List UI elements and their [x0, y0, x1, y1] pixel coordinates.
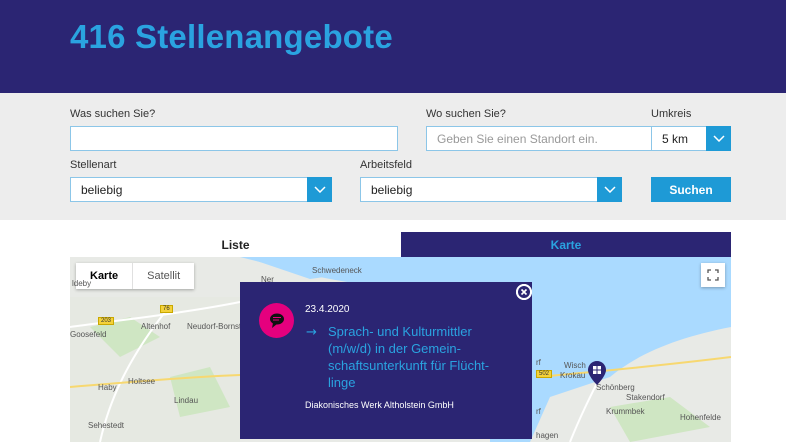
search-button[interactable]: Suchen — [651, 177, 731, 202]
type-label: Stellenart — [70, 159, 117, 171]
job-title-line: linge — [328, 375, 356, 390]
map-label: Lindau — [174, 396, 199, 405]
chat-bubble-icon — [259, 303, 294, 338]
map-label: ldeby — [72, 279, 92, 288]
job-title-line: Sprach- und Kulturmittler — [328, 324, 472, 339]
map-type-control: Karte Satellit — [76, 263, 195, 289]
view-tabs: Liste Karte — [70, 232, 731, 257]
what-label: Was suchen Sie? — [70, 108, 156, 120]
map-label: rf — [536, 407, 541, 416]
what-input[interactable] — [70, 126, 398, 151]
road-label: 76 — [160, 305, 173, 313]
fullscreen-icon[interactable] — [701, 263, 725, 287]
page-title: 416 Stellenangebote — [70, 18, 393, 55]
map-label: Schwedeneck — [312, 266, 362, 275]
close-icon[interactable] — [516, 284, 532, 300]
chevron-down-icon[interactable] — [597, 177, 622, 202]
field-label: Arbeitsfeld — [360, 159, 412, 171]
map-label: rf — [536, 358, 541, 367]
map-label: Holtsee — [128, 377, 156, 386]
job-company: Diakonisches Werk Altholstein GmbH — [305, 400, 454, 410]
map-label: Sehestedt — [88, 421, 125, 430]
map-type-satellit[interactable]: Satellit — [132, 263, 194, 289]
chevron-down-icon[interactable] — [706, 126, 731, 151]
road-label: 203 — [98, 317, 115, 325]
radius-label: Umkreis — [651, 108, 692, 120]
road-label: 502 — [536, 370, 553, 378]
page-header: 416 Stellenangebote — [0, 0, 786, 93]
map-label: Haby — [98, 383, 117, 392]
job-date: 23.4.2020 — [305, 304, 350, 315]
job-title-link[interactable]: Sprach- und Kulturmittler (m/w/d) in der… — [328, 323, 528, 391]
tab-list[interactable]: Liste — [70, 232, 401, 257]
type-select[interactable]: beliebig — [70, 177, 332, 202]
tab-map[interactable]: Karte — [401, 232, 731, 257]
field-select[interactable]: beliebig — [360, 177, 622, 202]
search-filters: Was suchen Sie? Wo suchen Sie? Geben Sie… — [0, 93, 786, 220]
field-value: beliebig — [371, 183, 413, 197]
job-title-line: schaftsunterkunft für Flücht- — [328, 358, 490, 373]
where-label: Wo suchen Sie? — [426, 108, 506, 120]
job-popup: 23.4.2020 → Sprach- und Kulturmittler (m… — [240, 282, 532, 439]
radius-value: 5 km — [662, 132, 689, 146]
map-label: Wisch — [564, 361, 586, 370]
map-label: Stakendorf — [626, 393, 665, 402]
job-title-line: (m/w/d) in der Gemein- — [328, 341, 461, 356]
map-label: Krokau — [560, 371, 586, 380]
radius-select[interactable]: 5 km — [651, 126, 731, 151]
map-label: Krummbek — [606, 407, 645, 416]
map-label: Hohenfelde — [680, 413, 721, 422]
map-label: Goosefeld — [70, 330, 107, 339]
where-input[interactable]: Geben Sie einen Standort ein. — [426, 126, 653, 151]
type-value: beliebig — [81, 183, 123, 197]
map-label: Altenhof — [141, 322, 171, 331]
chevron-down-icon[interactable] — [307, 177, 332, 202]
map-label: hagen — [536, 431, 559, 440]
arrow-right-icon: → — [306, 325, 317, 340]
map-marker-icon[interactable] — [588, 361, 606, 390]
